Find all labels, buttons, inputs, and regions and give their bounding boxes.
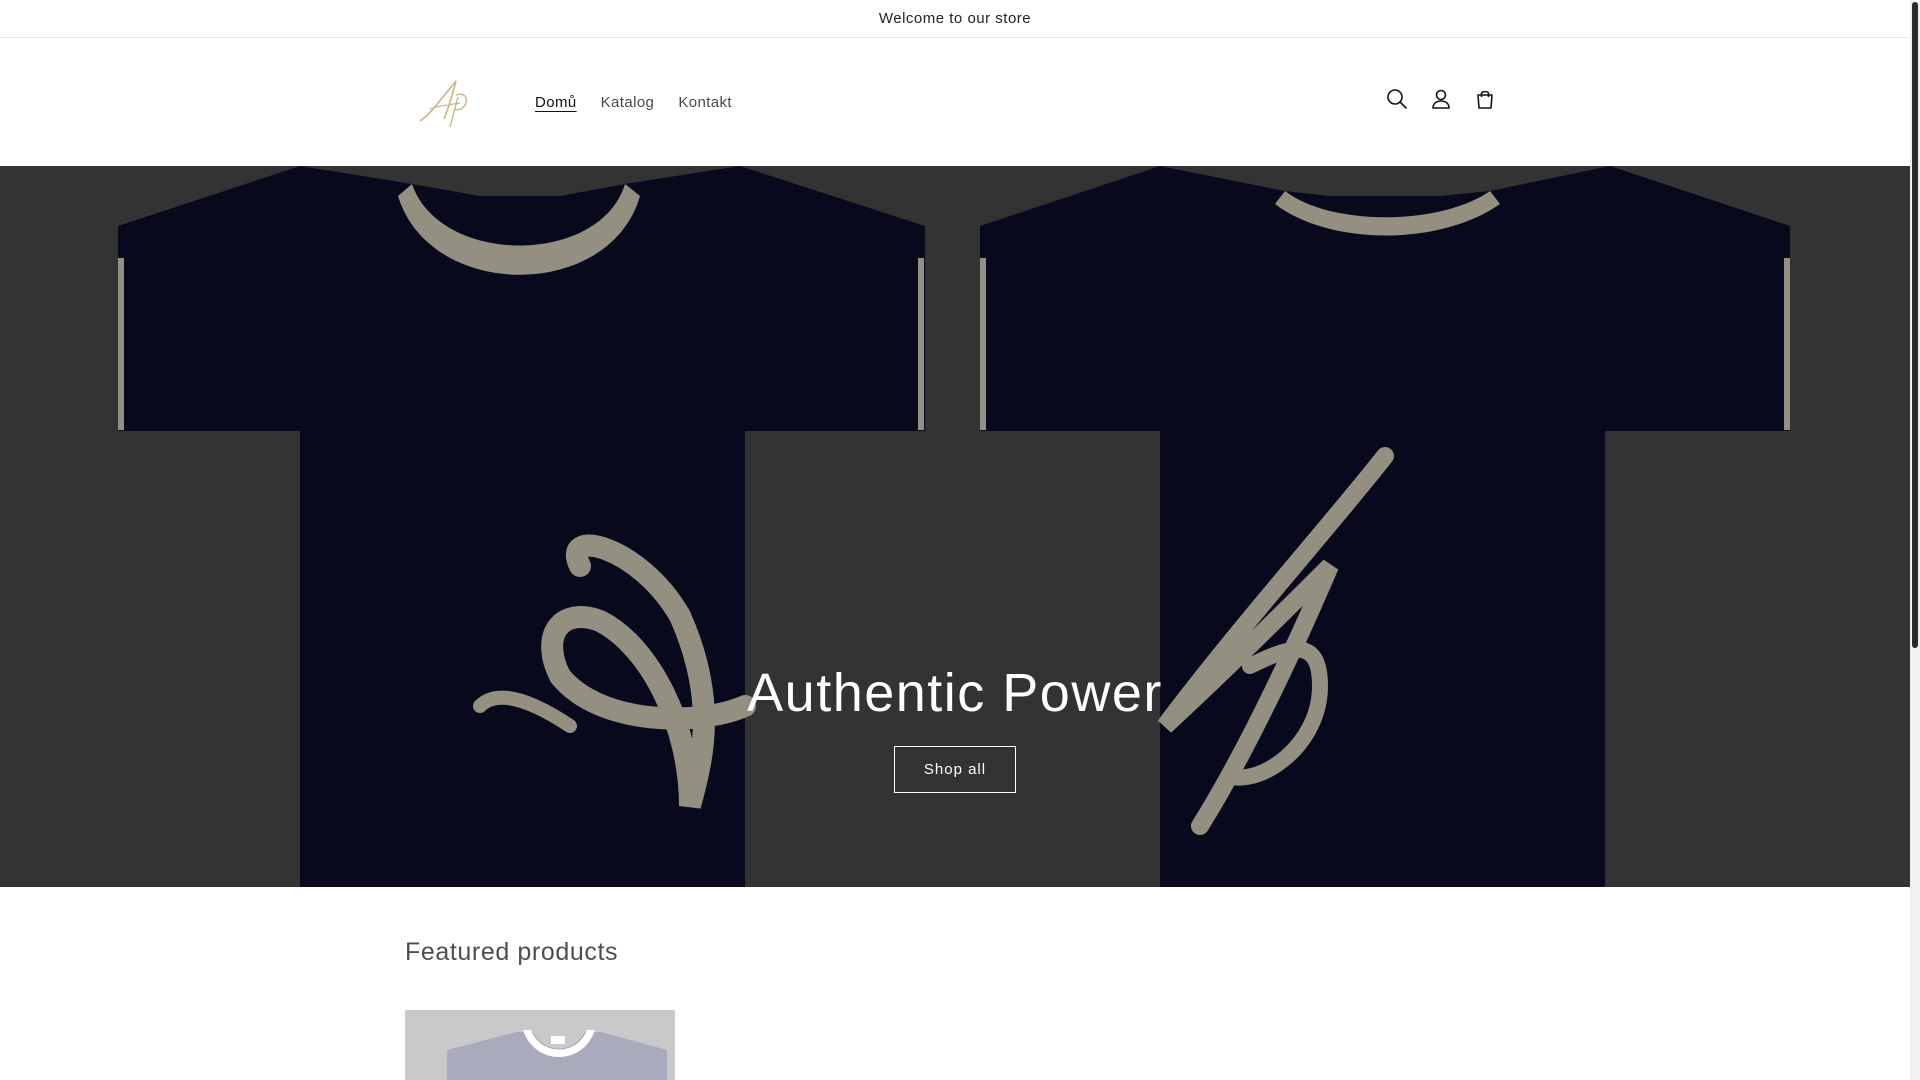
nav-item-domu[interactable]: Domů: [523, 86, 589, 119]
cart-icon: [1477, 90, 1493, 109]
nav-item-katalog[interactable]: Katalog: [589, 86, 667, 119]
header-icons: [1375, 77, 1507, 121]
shop-all-button[interactable]: Shop all: [894, 745, 1016, 793]
cart-button[interactable]: [1463, 77, 1507, 121]
hero-title: Authentic Power: [747, 663, 1163, 723]
hero-content: Authentic Power Shop all: [0, 661, 1910, 793]
site-header: Domů Katalog Kontakt: [0, 38, 1910, 166]
page-scrollbar[interactable]: [1910, 0, 1920, 1080]
search-button[interactable]: [1375, 77, 1419, 121]
featured-products-heading: Featured products: [405, 938, 619, 966]
store-logo[interactable]: [405, 68, 495, 138]
account-icon: [1432, 89, 1450, 109]
main-nav: Domů Katalog Kontakt: [523, 38, 744, 166]
product-card[interactable]: [405, 1010, 675, 1080]
account-button[interactable]: [1419, 77, 1463, 121]
logo-ap-icon: [419, 80, 468, 128]
search-icon: [1387, 89, 1407, 109]
page: Welcome to our store Domů Katalog Kontak…: [0, 0, 1920, 1080]
nav-item-kontakt[interactable]: Kontakt: [666, 86, 744, 119]
scrollbar-thumb[interactable]: [1912, 2, 1918, 648]
announcement-bar: Welcome to our store: [0, 0, 1910, 38]
hero-banner: Authentic Power Shop all: [0, 166, 1910, 887]
product-image: [405, 1010, 675, 1080]
announcement-text: Welcome to our store: [878, 10, 1032, 27]
